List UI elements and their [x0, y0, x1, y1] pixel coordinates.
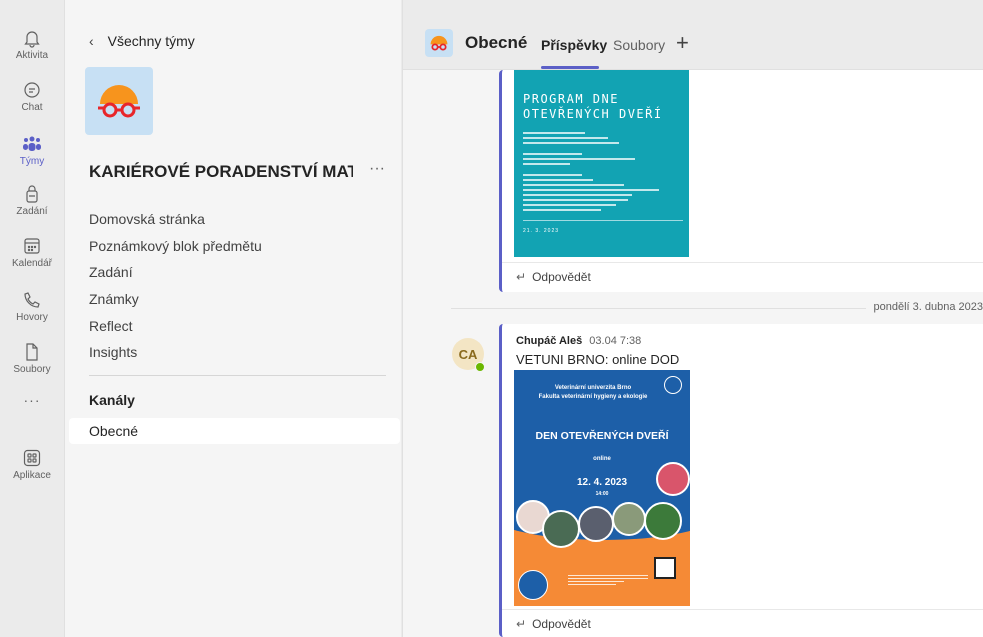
team-avatar[interactable] — [85, 67, 153, 135]
photo-class — [578, 506, 614, 542]
nav-reflect[interactable]: Reflect — [89, 312, 262, 339]
rail-label: Kalendář — [11, 257, 53, 269]
poster-title: PROGRAM DNE OTEVŘENÝCH DVEŘÍ — [523, 92, 663, 121]
qr-code-icon — [654, 557, 676, 579]
poster-title: DEN OTEVŘENÝCH DVEŘÍ — [535, 430, 669, 442]
reply-arrow-icon: ↵ — [516, 269, 527, 284]
photo-group — [542, 510, 580, 548]
rail-item-assignments[interactable]: Zadání — [0, 174, 64, 226]
phone-icon — [24, 291, 40, 308]
app-rail: Aktivita Chat Týmy Zadání Kalendář Hovor… — [0, 0, 64, 637]
bell-icon — [24, 30, 40, 48]
rail-label: Aplikace — [13, 469, 51, 481]
poster-mode: online — [593, 456, 611, 462]
rail-item-apps[interactable]: Aplikace — [0, 438, 64, 490]
teams-icon — [23, 136, 41, 151]
channel-header: Obecné Příspěvky Soubory + — [403, 0, 983, 70]
nav-assignments[interactable]: Zadání — [89, 259, 262, 286]
calendar-icon — [24, 237, 40, 254]
author-name[interactable]: Chupáč Aleš — [516, 335, 582, 347]
chevron-left-icon: ‹ — [89, 33, 94, 49]
nav-home[interactable]: Domovská stránka — [89, 206, 262, 233]
date-separator-label: pondělí 3. dubna 2023 — [865, 301, 983, 313]
rail-label: Soubory — [13, 363, 51, 375]
nav-insights[interactable]: Insights — [89, 339, 262, 366]
back-to-teams-link[interactable]: ‹ Všechny týmy — [89, 33, 195, 49]
poster-date: 21. 3. 2023 — [523, 228, 560, 234]
team-more-options-button[interactable]: ··· — [369, 160, 385, 178]
rail-label: Hovory — [16, 311, 48, 323]
channel-general[interactable]: Obecné — [69, 418, 400, 444]
reply-button[interactable]: ↵ Odpovědět — [502, 262, 983, 290]
chat-icon — [24, 81, 40, 98]
team-nav: Domovská stránka Poznámkový blok předmět… — [89, 206, 262, 366]
rail-label: Aktivita — [15, 49, 49, 61]
swim-goggles-icon — [430, 35, 448, 51]
rail-more-button[interactable]: ··· — [0, 392, 64, 408]
poster-university: Veterinární univerzita Brno Fakulta vete… — [538, 385, 648, 400]
team-name: KARIÉROVÉ PORADENSTVÍ MAT... — [89, 162, 353, 181]
post-header: Chupáč Aleš 03.04 7:38 — [516, 335, 641, 347]
channel-avatar — [425, 29, 453, 57]
rail-item-activity[interactable]: Aktivita — [0, 18, 64, 70]
channel-title: Obecné — [465, 33, 528, 52]
nav-grades[interactable]: Známky — [89, 286, 262, 313]
rail-item-files[interactable]: Soubory — [0, 332, 64, 384]
active-tab-indicator — [541, 66, 599, 69]
photo-students — [656, 462, 690, 496]
university-seal-icon — [518, 570, 548, 600]
file-icon — [26, 342, 38, 361]
post-text: VETUNI BRNO: online DOD — [516, 352, 680, 367]
channels-heading[interactable]: Kanály — [89, 392, 135, 408]
swim-goggles-icon — [98, 85, 140, 118]
reply-arrow-icon: ↵ — [516, 616, 527, 631]
post-card: Chupáč Aleš 03.04 7:38 VETUNI BRNO: onli… — [499, 324, 983, 637]
poster-body-text — [523, 132, 678, 214]
channel-main: Obecné Příspěvky Soubory + PROGRAM DNE O… — [402, 0, 983, 637]
rail-label: Zadání — [16, 205, 48, 217]
photo-nature — [644, 502, 682, 540]
rail-label: Chat — [21, 101, 43, 113]
post-timestamp: 03.04 7:38 — [589, 335, 642, 347]
poster-fine-print — [568, 575, 648, 589]
back-label: Všechny týmy — [107, 33, 195, 49]
open-day-program-image[interactable]: PROGRAM DNE OTEVŘENÝCH DVEŘÍ 21. 3. 2023 — [514, 70, 689, 257]
presence-available-icon — [475, 362, 485, 372]
assignments-icon — [26, 184, 38, 203]
divider — [89, 375, 386, 376]
post-card: PROGRAM DNE OTEVŘENÝCH DVEŘÍ 21. 3. 2023… — [499, 70, 983, 292]
rail-item-chat[interactable]: Chat — [0, 70, 64, 122]
tab-files[interactable]: Soubory — [613, 37, 665, 53]
photo-dog — [612, 502, 646, 536]
team-panel: ‹ Všechny týmy KARIÉROVÉ PORADENSTVÍ MAT… — [64, 0, 401, 637]
reply-button[interactable]: ↵ Odpovědět — [502, 609, 983, 637]
university-emblem-icon — [664, 376, 682, 394]
open-day-poster-image[interactable]: Veterinární univerzita Brno Fakulta vete… — [514, 370, 690, 606]
tab-posts[interactable]: Příspěvky — [541, 37, 607, 53]
rail-item-teams[interactable]: Týmy — [0, 124, 64, 176]
rail-item-calls[interactable]: Hovory — [0, 280, 64, 332]
apps-icon — [23, 449, 41, 466]
rail-item-calendar[interactable]: Kalendář — [0, 226, 64, 278]
add-tab-button[interactable]: + — [676, 30, 689, 56]
rail-label: Týmy — [19, 155, 45, 167]
nav-class-notebook[interactable]: Poznámkový blok předmětu — [89, 233, 262, 260]
